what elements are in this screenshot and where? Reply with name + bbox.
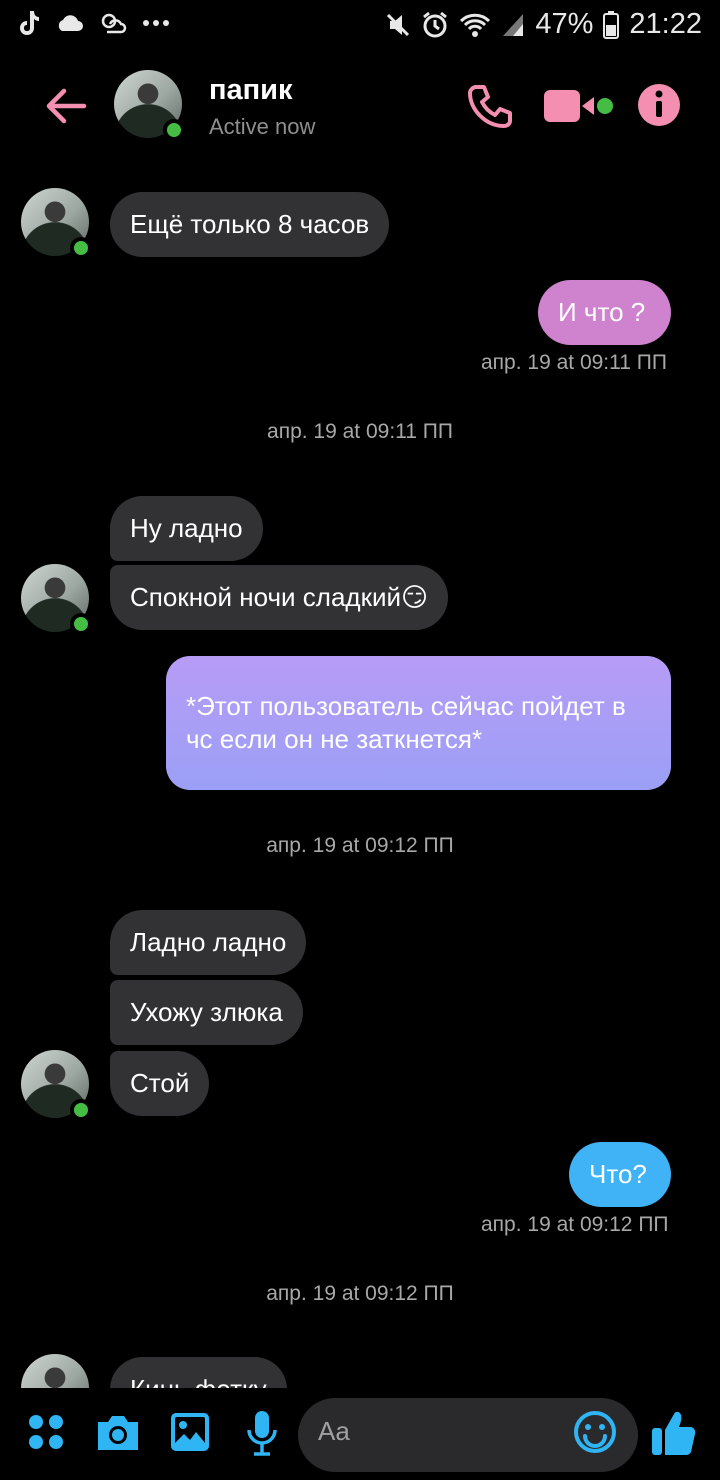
message-timestamp: апр. 19 at 09:12 ПП [481,1213,669,1236]
apps-button[interactable] [26,1412,66,1452]
time-divider: апр. 19 at 09:12 ПП [266,834,454,857]
contact-status: Active now [209,114,316,139]
outgoing-message[interactable]: Что? [569,1142,671,1207]
voice-button[interactable] [246,1410,278,1456]
incoming-message[interactable]: Кинь фотку [110,1357,287,1388]
image-icon [171,1413,209,1451]
back-arrow-icon [46,88,87,124]
online-indicator [70,613,92,635]
time-divider: апр. 19 at 09:12 ПП [266,1282,454,1305]
status-bar: 47% 21:22 [0,0,720,52]
phone-icon [468,85,512,128]
message-clip: Кинь фотку [0,1350,720,1388]
incoming-message[interactable]: Ухожу злюка [110,980,303,1045]
apps-icon [29,1415,63,1449]
chat-header: папик Active now [0,52,720,162]
sender-avatar[interactable] [21,564,92,635]
emoji-icon [574,1411,616,1453]
thumbs-up-icon [652,1411,696,1455]
outgoing-message[interactable]: И что ? [538,280,671,345]
mute-icon [385,12,411,38]
mic-icon [247,1411,277,1456]
info-icon [638,84,680,126]
wifi-icon [459,12,491,38]
alarm-icon [421,11,449,39]
incoming-message[interactable]: Стой [110,1051,210,1116]
battery-percent: 47% [535,8,594,40]
time-divider: апр. 19 at 09:11 ПП [267,420,453,443]
incoming-message[interactable]: Ладно ладно [110,910,307,975]
info-button[interactable] [637,83,681,127]
sender-avatar[interactable] [21,1050,92,1121]
cloud-icon [54,13,84,33]
message-input[interactable]: Aa [298,1398,638,1472]
sender-avatar[interactable] [21,1354,89,1388]
video-icon [544,90,613,122]
tiktok-icon [18,10,40,36]
audio-call-button[interactable] [466,82,514,130]
message-input-placeholder: Aa [318,1416,350,1446]
online-indicator [70,237,92,259]
video-call-button[interactable] [542,86,616,126]
online-indicator [70,1099,92,1121]
contact-avatar[interactable] [114,70,185,141]
contact-name[interactable]: папик [209,74,293,107]
message-timestamp: апр. 19 at 09:11 ПП [481,351,667,374]
status-time: 21:22 [629,8,702,40]
more-dots-icon [142,19,170,27]
incoming-message[interactable]: Ещё только 8 часов [110,192,390,257]
camera-button[interactable] [94,1412,142,1454]
like-button[interactable] [650,1406,698,1458]
incoming-message[interactable]: Ну ладно [110,496,263,561]
back-button[interactable] [40,80,92,132]
outgoing-message[interactable]: *Этот пользователь сейчас пойдет в чс ес… [166,656,671,790]
incoming-message[interactable]: Спокной ночи сладкий😏 [110,565,449,630]
signal-icon [501,12,525,38]
composer-bar: Aa [0,1388,720,1480]
weather-icon [98,10,128,36]
camera-icon [98,1416,138,1450]
sender-avatar[interactable] [21,188,92,259]
emoji-button[interactable] [573,1410,623,1460]
gallery-button[interactable] [170,1412,210,1452]
battery-icon [603,10,620,39]
online-indicator [163,119,185,141]
